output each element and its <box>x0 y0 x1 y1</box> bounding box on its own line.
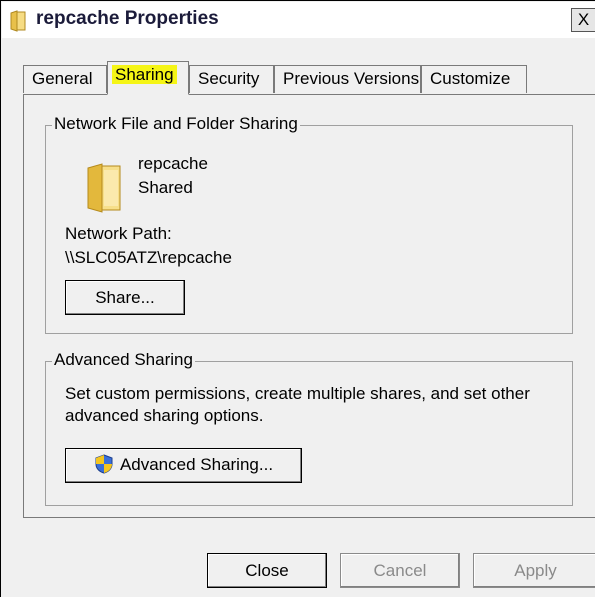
network-path-label: Network Path: <box>65 224 172 243</box>
properties-dialog: repcache Properties X General Sharing Se… <box>0 0 595 597</box>
cancel-button[interactable]: Cancel <box>340 553 460 588</box>
advanced-sharing-button[interactable]: Advanced Sharing... <box>65 448 302 483</box>
advanced-sharing-description-line2: advanced sharing options. <box>65 406 264 425</box>
advanced-sharing-group: Advanced Sharing Set custom permissions,… <box>45 350 573 506</box>
share-button[interactable]: Share... <box>65 280 185 315</box>
advanced-sharing-description-line1: Set custom permissions, create multiple … <box>65 384 530 403</box>
tab-security[interactable]: Security <box>189 65 274 93</box>
network-path-value: \\SLC05ATZ\repcache <box>65 248 232 267</box>
network-sharing-group: Network File and Folder Sharing repcache… <box>45 114 573 334</box>
share-status: Shared <box>138 178 193 197</box>
tab-previous-versions-label: Previous Versions <box>283 69 420 88</box>
title-bar[interactable]: repcache Properties X <box>2 2 595 38</box>
sharing-tab-panel: Network File and Folder Sharing repcache… <box>23 94 595 518</box>
tab-general[interactable]: General <box>23 65 107 93</box>
folder-icon <box>10 10 26 32</box>
tab-customize[interactable]: Customize <box>421 65 527 93</box>
advanced-sharing-legend: Advanced Sharing <box>52 350 195 370</box>
advanced-sharing-button-label: Advanced Sharing... <box>119 455 274 475</box>
tab-general-label: General <box>32 69 93 88</box>
network-sharing-legend: Network File and Folder Sharing <box>52 114 300 134</box>
tab-previous-versions[interactable]: Previous Versions <box>274 65 421 93</box>
close-button[interactable]: Close <box>207 553 327 588</box>
close-window-button[interactable]: X <box>571 8 595 32</box>
window-title: repcache Properties <box>36 8 219 29</box>
apply-button[interactable]: Apply <box>473 553 595 588</box>
uac-shield-icon <box>95 454 113 474</box>
tab-customize-label: Customize <box>430 69 511 88</box>
shared-folder-icon <box>87 163 121 213</box>
folder-name: repcache <box>138 154 208 173</box>
tab-sharing-label: Sharing <box>112 65 177 84</box>
tab-sharing[interactable]: Sharing <box>107 61 189 95</box>
tab-security-label: Security <box>198 69 260 88</box>
